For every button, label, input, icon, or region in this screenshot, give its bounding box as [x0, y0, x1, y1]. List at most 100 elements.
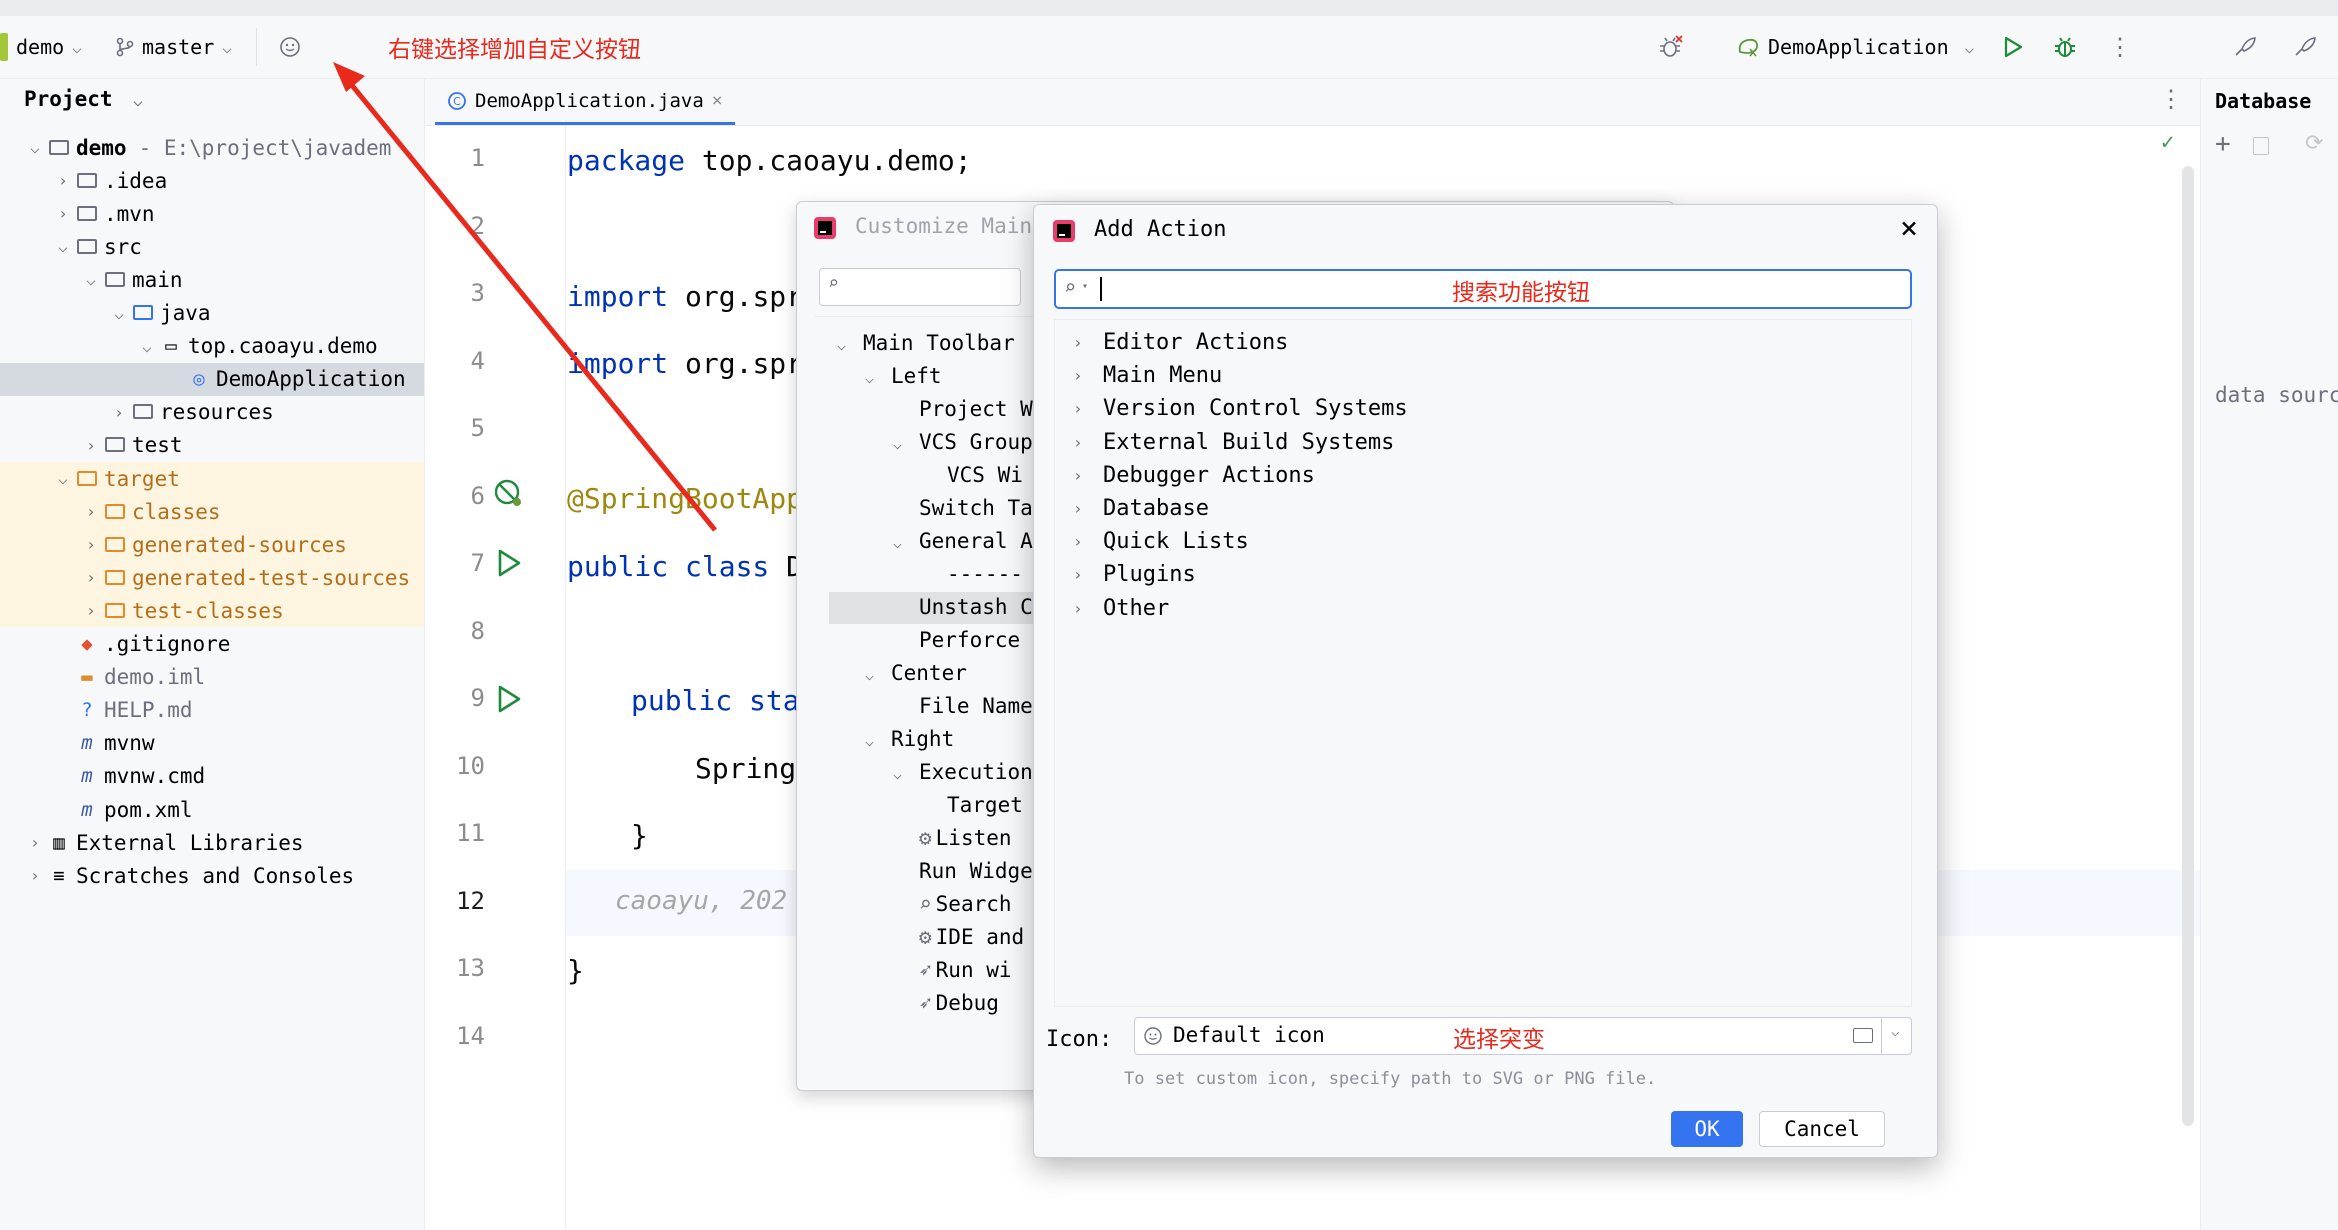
project-widget[interactable]: demo ⌵ — [0, 16, 82, 78]
chevron-right-icon[interactable]: › — [1073, 366, 1103, 385]
cancel-button[interactable]: Cancel — [1759, 1111, 1885, 1147]
chevron-down-icon[interactable]: ⌵ — [136, 337, 158, 356]
tree-item[interactable]: ? HELP.md — [0, 694, 424, 727]
customize-tree-item[interactable]: Target — [921, 793, 1023, 817]
chevron-right-icon[interactable]: › — [1073, 532, 1103, 551]
tree-item[interactable]: › generated-sources — [0, 528, 424, 562]
chevron-down-icon[interactable]: ⌵ — [837, 336, 863, 354]
chevron-right-icon[interactable]: › — [80, 436, 102, 455]
action-group-item[interactable]: › Plugins — [1073, 558, 1196, 591]
action-group-item[interactable]: › Version Control Systems — [1073, 392, 1408, 425]
chevron-right-icon[interactable]: › — [52, 171, 74, 190]
chevron-right-icon[interactable]: › — [1073, 399, 1103, 418]
tree-item[interactable]: › ▥ External Libraries — [0, 826, 424, 859]
customize-tree-item[interactable]: Unstash C — [893, 595, 1033, 619]
chevron-right-icon[interactable]: › — [80, 568, 102, 587]
customize-tree-item[interactable]: ⌵ Execution — [893, 760, 1033, 784]
action-group-item[interactable]: › Editor Actions — [1073, 326, 1288, 359]
more-actions-button[interactable]: ⋮ — [2108, 16, 2132, 78]
code-with-me-button[interactable] — [2232, 16, 2258, 78]
chevron-right-icon[interactable]: › — [80, 535, 102, 554]
refresh-icon[interactable]: ⟳ — [2305, 131, 2323, 156]
chevron-down-icon[interactable]: ⌵ — [865, 666, 891, 684]
close-tab-icon[interactable]: × — [712, 90, 723, 111]
customize-tree-item[interactable]: ⚙ Listen — [893, 826, 1012, 850]
tree-item[interactable]: m pom.xml — [0, 793, 424, 826]
run-button[interactable] — [2002, 16, 2024, 78]
tab-demo-application[interactable]: C DemoApplication.java × — [435, 79, 735, 125]
action-group-item[interactable]: › Other — [1073, 592, 1169, 625]
tree-item[interactable]: ⌵ main — [0, 263, 424, 296]
ok-button[interactable]: OK — [1671, 1111, 1743, 1147]
debug-button[interactable] — [2052, 16, 2078, 78]
tree-item[interactable]: › generated-test-sources — [0, 561, 424, 595]
customize-tree-item[interactable]: ------ — [921, 562, 1023, 586]
run-gutter-icon[interactable] — [495, 684, 523, 714]
tree-item[interactable]: ⌵ ▭ top.caoayu.demo — [0, 330, 424, 363]
action-group-item[interactable]: › Debugger Actions — [1073, 459, 1315, 492]
tree-item[interactable]: › .mvn — [0, 197, 424, 230]
chevron-down-icon[interactable]: ⌵ — [893, 435, 919, 453]
copy-icon[interactable] — [2253, 137, 2269, 155]
tree-item[interactable]: ◆ .gitignore — [0, 628, 424, 661]
chevron-down-icon[interactable]: ⌵ — [52, 469, 74, 488]
tree-item[interactable]: ⌵ demo - E:\project\javadem — [0, 131, 424, 164]
chevron-down-icon[interactable]: ⌵ — [865, 732, 891, 750]
debug-listener-button[interactable] — [1658, 16, 1684, 78]
action-group-item[interactable]: › External Build Systems — [1073, 426, 1394, 459]
run-config-selector[interactable]: DemoApplication ⌵ — [1736, 16, 1974, 78]
chevron-right-icon[interactable]: › — [1073, 333, 1103, 352]
tree-item[interactable]: › classes — [0, 495, 424, 529]
customize-tree-item[interactable]: Project W — [893, 397, 1033, 421]
customize-tree-item[interactable]: ⚙ IDE and — [893, 925, 1024, 949]
chevron-right-icon[interactable]: › — [1073, 499, 1103, 518]
customize-tree-item[interactable]: ⌵ Center — [865, 661, 967, 685]
project-panel-header[interactable]: Project ⌵ — [24, 87, 143, 111]
close-dialog-button[interactable]: × — [1900, 211, 1918, 246]
chevron-right-icon[interactable]: › — [1073, 466, 1103, 485]
tree-item[interactable]: m mvnw.cmd — [0, 760, 424, 793]
tree-item[interactable]: ◎ DemoApplication — [0, 362, 424, 396]
customize-tree-item[interactable]: ⌕ Search — [893, 892, 1012, 916]
action-group-item[interactable]: › Main Menu — [1073, 359, 1222, 392]
action-search-input[interactable]: ⌕ ▾ 搜索功能按钮 — [1054, 269, 1912, 309]
customize-tree-item[interactable]: Switch Ta — [893, 496, 1033, 520]
custom-action-button[interactable] — [278, 16, 302, 78]
chevron-right-icon[interactable]: › — [24, 833, 46, 852]
tree-item[interactable]: ⌵ java — [0, 297, 424, 330]
chevron-down-icon[interactable]: ⌵ — [865, 369, 891, 387]
action-group-item[interactable]: › Database — [1073, 492, 1209, 525]
editor-more-icon[interactable]: ⋮ — [2159, 85, 2183, 113]
tree-item[interactable]: ⌵ src — [0, 230, 424, 263]
add-icon[interactable]: + — [2215, 129, 2231, 159]
customize-search-input[interactable]: ⌕ — [819, 268, 1021, 306]
customize-tree-item[interactable]: Run Widge — [893, 859, 1033, 883]
chevron-down-icon[interactable]: ⌵ — [80, 270, 102, 289]
chevron-down-icon[interactable]: ⌵ — [52, 237, 74, 256]
customize-tree-item[interactable]: ➶ Run wi — [893, 958, 1012, 982]
customize-tree-item[interactable]: ⌵ Right — [865, 727, 954, 751]
tree-item[interactable]: › ≡ Scratches and Consoles — [0, 859, 424, 892]
chevron-right-icon[interactable]: › — [1073, 599, 1103, 618]
chevron-right-icon[interactable]: › — [1073, 565, 1103, 584]
chevron-right-icon[interactable]: › — [80, 502, 102, 521]
customize-tree-item[interactable]: File Name — [893, 694, 1033, 718]
customize-tree-item[interactable]: ⌵ VCS Group — [893, 430, 1033, 454]
customize-tree-item[interactable]: ➶ Debug — [893, 991, 999, 1015]
chevron-right-icon[interactable]: › — [24, 866, 46, 885]
inspection-ok-icon[interactable]: ✓ — [2161, 130, 2174, 155]
chevron-right-icon[interactable]: › — [80, 601, 102, 620]
chevron-down-icon[interactable]: ⌵ — [893, 534, 919, 552]
no-run-icon[interactable] — [493, 478, 525, 510]
chevron-right-icon[interactable]: › — [108, 403, 130, 422]
customize-tree-item[interactable]: VCS Wi — [921, 463, 1023, 487]
settings-plugin-button[interactable] — [2292, 16, 2318, 78]
customize-tree-item[interactable]: ⌵ Main Toolbar — [837, 331, 1015, 355]
tree-item[interactable]: › .idea — [0, 164, 424, 197]
chevron-right-icon[interactable]: › — [52, 204, 74, 223]
customize-tree-item[interactable]: Perforce — [893, 628, 1020, 652]
editor-scrollbar[interactable] — [2182, 166, 2194, 1126]
tree-item[interactable]: › test — [0, 429, 424, 462]
customize-tree-item[interactable]: ⌵ Left — [865, 364, 942, 388]
chevron-down-icon[interactable]: ⌵ — [24, 138, 46, 157]
